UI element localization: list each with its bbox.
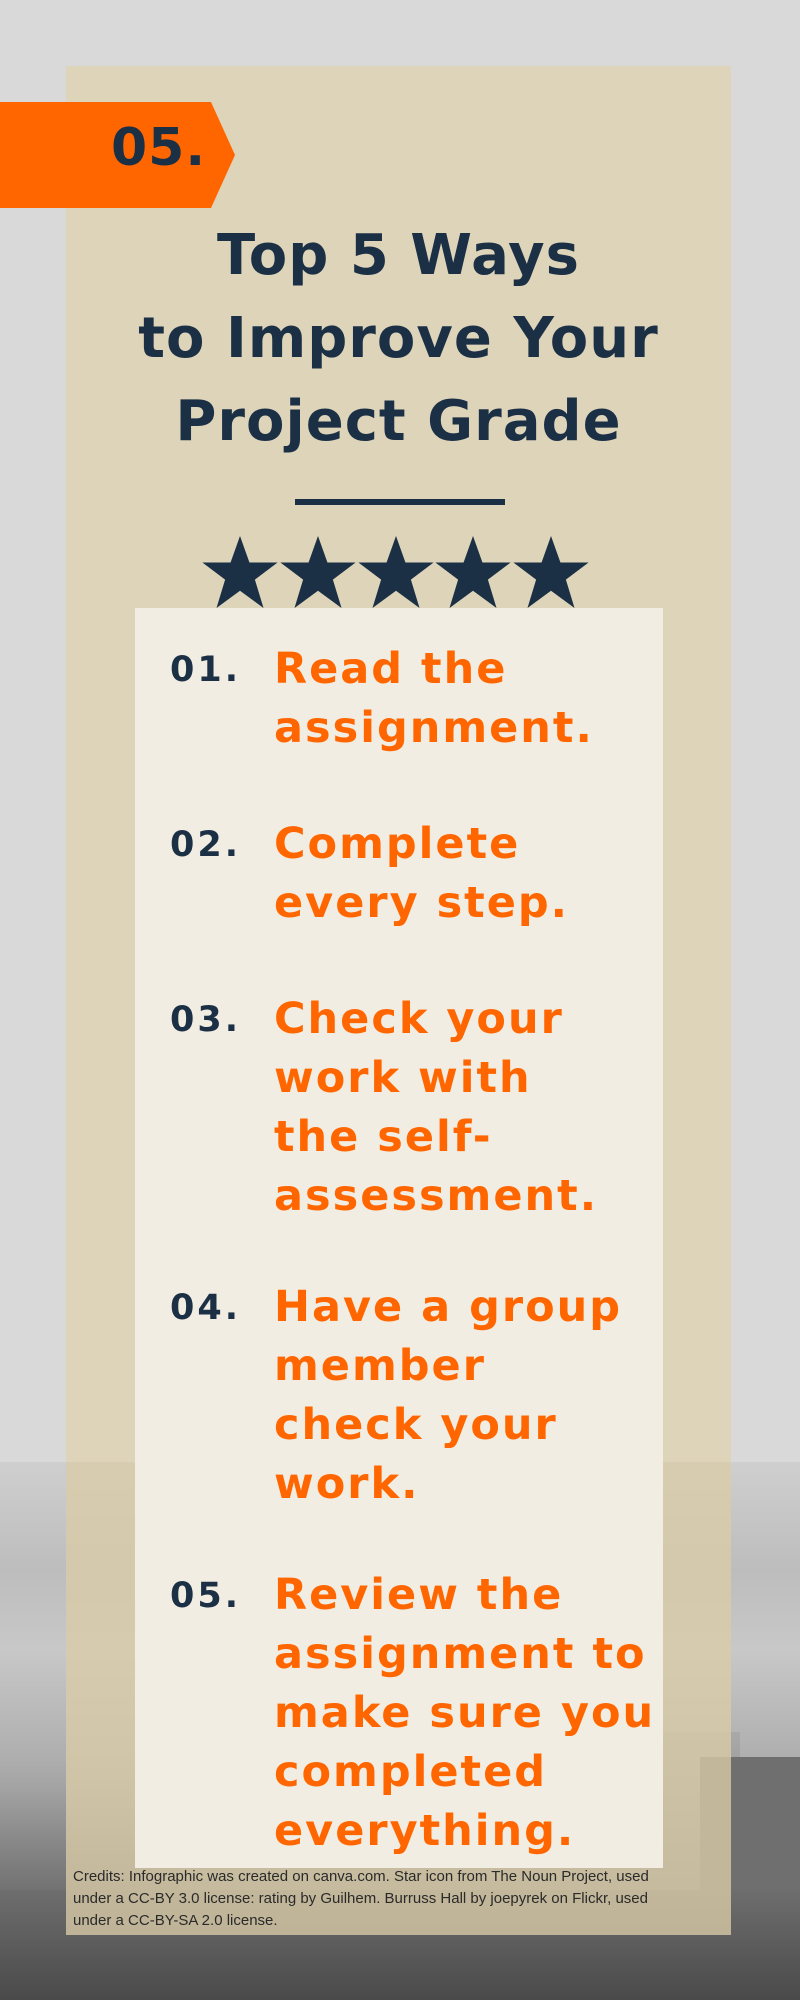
tip-text-line: member [274, 1341, 486, 1391]
tip-text-line: completed [274, 1747, 548, 1797]
tip-text-line: check your [274, 1400, 558, 1450]
star-icon [513, 536, 589, 608]
star-rating [200, 532, 600, 612]
tip-text: Complete every step. [274, 815, 654, 933]
tip-text-line: assignment. [274, 703, 594, 753]
tip-text-line: everything. [274, 1806, 576, 1856]
title-line: Project Grade [175, 389, 622, 454]
banner-number: 05. [111, 118, 207, 178]
title-line: Top 5 Ways [217, 223, 580, 288]
credits-line: under a CC-BY-SA 2.0 license. [73, 1912, 278, 1929]
tip-text: Read the assignment. [274, 640, 654, 758]
tip-text-line: Check your [274, 994, 564, 1044]
star-icon [358, 536, 434, 608]
tip-text-line: Read the [274, 644, 508, 694]
tip-number: 02. [170, 825, 242, 865]
tip-number: 01. [170, 650, 242, 690]
tip-text-line: the self- [274, 1112, 493, 1162]
tip-text-line: Review the [274, 1570, 564, 1620]
tip-number: 04. [170, 1288, 242, 1328]
star-icon [280, 536, 356, 608]
tip-text-line: assignment to [274, 1629, 647, 1679]
tip-text-line: assessment. [274, 1171, 599, 1221]
title-divider [295, 499, 505, 505]
tip-text: Check your work with the self-assessment. [274, 990, 654, 1226]
tip-text-line: Complete [274, 819, 521, 869]
tip-text: Have a group member check your work. [274, 1278, 654, 1514]
tip-text-line: Have a group [274, 1282, 623, 1332]
credits-text: Credits: Infographic was created on canv… [73, 1866, 723, 1932]
tip-text-line: work. [274, 1459, 420, 1509]
page-title: Top 5 Ways to Improve Your Project Grade [66, 214, 731, 463]
tip-number: 03. [170, 1000, 242, 1040]
star-icon [202, 536, 278, 608]
credits-line: Credits: Infographic was created on canv… [73, 1868, 649, 1885]
tip-text-line: every step. [274, 878, 569, 928]
credits-line: under a CC-BY 3.0 license: rating by Gui… [73, 1890, 648, 1907]
tip-text-line: work with [274, 1053, 532, 1103]
tip-text: Review the assignment to make sure you comp… [274, 1566, 654, 1861]
tip-number: 05. [170, 1576, 242, 1616]
star-icon [435, 536, 511, 608]
title-line: to Improve Your [138, 306, 659, 371]
tip-text-line: make sure you [274, 1688, 656, 1738]
